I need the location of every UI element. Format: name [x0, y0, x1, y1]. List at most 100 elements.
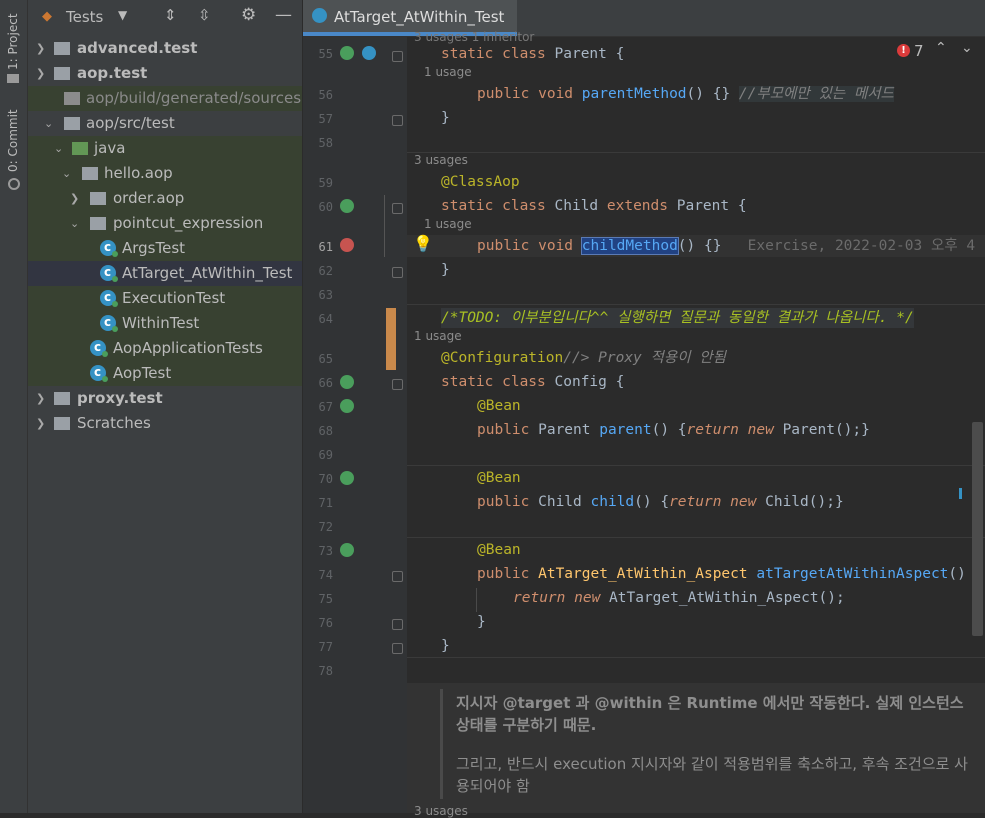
bean-icon[interactable]: [340, 471, 354, 485]
fold-marker[interactable]: [392, 51, 403, 62]
code-text: () {: [651, 422, 687, 438]
code-line-77[interactable]: }: [441, 636, 450, 656]
bean-icon[interactable]: [340, 543, 354, 557]
test-class-icon: [100, 235, 118, 260]
chevron-down-icon[interactable]: ❯: [36, 61, 48, 86]
usage-hint[interactable]: 1 usage: [424, 217, 472, 231]
collapse-all-icon[interactable]: ⇳: [198, 6, 211, 24]
vertical-scrollbar-thumb[interactable]: [972, 422, 983, 636]
expand-all-icon[interactable]: ⇕: [164, 6, 177, 24]
keyword: extends: [606, 198, 677, 214]
commit-tool-tab[interactable]: 0: Commit: [0, 100, 27, 200]
code-line-56[interactable]: public void parentMethod() {} //부모에만 있는 …: [477, 84, 894, 104]
tree-item-label: AopApplicationTests: [113, 339, 263, 357]
tree-item-label: advanced.test: [77, 39, 198, 57]
fold-marker[interactable]: [392, 379, 403, 390]
code-line-57[interactable]: }: [441, 108, 450, 128]
code-line-64[interactable]: /*TODO: 이부분입니다^^ 실행하면 질문과 동일한 결과가 나옵니다. …: [441, 308, 914, 328]
tree-item-java[interactable]: ⌄ java: [28, 136, 302, 161]
usage-hint[interactable]: 3 usages: [414, 153, 468, 167]
annotation: @Configuration: [441, 350, 564, 366]
code-line-67[interactable]: @Bean: [477, 396, 521, 416]
code-text: Parent {: [676, 198, 747, 214]
tree-item-proxy-test[interactable]: ❯ proxy.test: [28, 386, 302, 411]
tree-item-aopapplicationtests[interactable]: AopApplicationTests: [28, 335, 302, 361]
fold-marker[interactable]: [392, 203, 403, 214]
code-line-71[interactable]: public Child child() {return new Child()…: [477, 492, 844, 512]
code-text: () {}: [686, 86, 739, 102]
run-test-icon[interactable]: [340, 46, 354, 60]
next-error-icon[interactable]: ⌄: [961, 40, 973, 56]
fold-marker[interactable]: [392, 267, 403, 278]
method-name: parent: [599, 422, 652, 438]
line-number: 73: [318, 544, 333, 558]
usage-hint[interactable]: 3 usages 1 inheritor: [414, 30, 534, 44]
tree-item-label: AopTest: [113, 364, 172, 382]
chevron-down-icon[interactable]: ▼: [118, 8, 127, 22]
tree-item-pointcut-expression[interactable]: ⌄ pointcut_expression: [28, 211, 302, 236]
code-line-76[interactable]: }: [477, 612, 486, 632]
code-text: Child();}: [765, 494, 844, 510]
tree-item-label: order.aop: [113, 189, 185, 207]
chevron-right-icon[interactable]: ❯: [36, 386, 48, 411]
folder-icon: [7, 74, 19, 83]
run-test-icon[interactable]: [340, 375, 354, 389]
code-line-75[interactable]: return new AtTarget_AtWithin_Aspect();: [513, 588, 845, 608]
tree-item-aoptest[interactable]: AopTest: [28, 360, 302, 386]
implemented-icon[interactable]: [362, 46, 376, 60]
code-line-62[interactable]: }: [441, 260, 450, 280]
tree-item-argstest[interactable]: ArgsTest: [28, 235, 302, 261]
tree-item-executiontest[interactable]: ExecutionTest: [28, 285, 302, 311]
tree-item-generated-sources[interactable]: aop/build/generated/sources: [28, 86, 302, 111]
lightbulb-icon[interactable]: 💡: [413, 234, 433, 253]
usage-hint[interactable]: 1 usage: [424, 65, 472, 79]
overrides-icon[interactable]: [340, 238, 354, 252]
chevron-right-icon[interactable]: ❯: [36, 36, 48, 61]
previous-error-icon[interactable]: ⌃: [935, 40, 947, 56]
vcs-change-marker[interactable]: [386, 308, 396, 370]
line-number: 76: [318, 616, 333, 630]
run-test-icon[interactable]: [340, 199, 354, 213]
tree-item-withintest[interactable]: WithinTest: [28, 310, 302, 336]
chevron-right-icon[interactable]: ❯: [70, 186, 82, 211]
keyword: static class: [441, 374, 555, 390]
line-number: 58: [318, 136, 333, 150]
line-number: 68: [318, 424, 333, 438]
chevron-down-icon[interactable]: ⌄: [70, 211, 82, 236]
code-line-59[interactable]: @ClassAop: [441, 172, 520, 192]
chevron-down-icon[interactable]: ⌄: [44, 111, 56, 136]
chevron-down-icon[interactable]: ⌄: [54, 136, 66, 161]
tree-item-scratches[interactable]: ❯ Scratches: [28, 411, 302, 436]
code-line-74[interactable]: public AtTarget_AtWithin_Aspect atTarget…: [477, 564, 966, 584]
fold-marker[interactable]: [392, 571, 403, 582]
fold-marker[interactable]: [392, 643, 403, 654]
tree-item-label: Scratches: [77, 414, 151, 432]
fold-marker[interactable]: [392, 115, 403, 126]
chevron-right-icon[interactable]: ❯: [36, 411, 48, 436]
error-icon[interactable]: !: [897, 44, 910, 57]
code-line-68[interactable]: public Parent parent() {return new Paren…: [477, 420, 870, 440]
project-tool-tab[interactable]: 1: Project: [0, 0, 27, 90]
code-line-73[interactable]: @Bean: [477, 540, 521, 560]
gear-icon[interactable]: ⚙: [241, 5, 256, 25]
usage-hint[interactable]: 3 usages: [414, 804, 468, 818]
tree-item-attarget-atwithin-test[interactable]: AtTarget_AtWithin_Test: [28, 260, 302, 286]
code-line-55[interactable]: static class Parent {: [441, 44, 624, 64]
tree-item-order-aop[interactable]: ❯ order.aop: [28, 186, 302, 211]
tree-item-advanced-test[interactable]: ❯ advanced.test: [28, 36, 302, 61]
error-count[interactable]: 7: [914, 42, 924, 60]
code-line-70[interactable]: @Bean: [477, 468, 521, 488]
fold-marker[interactable]: [392, 619, 403, 630]
usage-hint[interactable]: 1 usage: [414, 329, 462, 343]
code-line-66[interactable]: static class Config {: [441, 372, 624, 392]
keyword: return new: [513, 590, 610, 606]
tree-item-hello-aop[interactable]: ⌄ hello.aop: [28, 161, 302, 186]
code-line-65[interactable]: @Configuration//> Proxy 적용이 안됨: [441, 348, 726, 368]
code-line-60[interactable]: static class Child extends Parent {: [441, 196, 747, 216]
chevron-down-icon[interactable]: ⌄: [62, 161, 74, 186]
tree-item-src-test[interactable]: ⌄ aop/src/test: [28, 111, 302, 136]
bean-icon[interactable]: [340, 399, 354, 413]
hide-panel-icon[interactable]: —: [275, 5, 292, 25]
tree-item-aop-test[interactable]: ❯ aop.test: [28, 61, 302, 86]
code-line-61[interactable]: public void childMethod() {} Exercise, 2…: [477, 236, 975, 256]
